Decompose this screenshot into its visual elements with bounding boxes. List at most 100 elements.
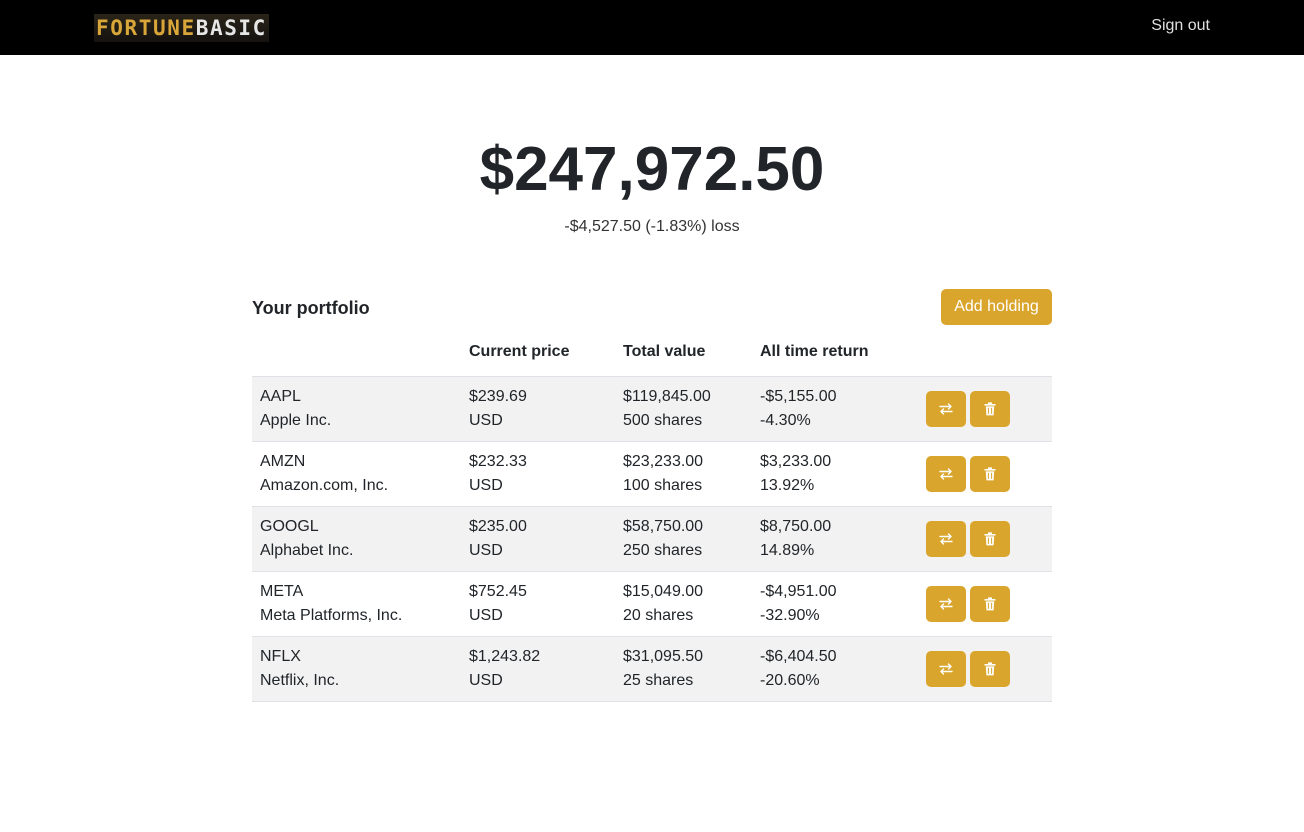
table-row: GOOGL Alphabet Inc. $235.00 USD $58,750.… [252, 506, 1052, 572]
row-actions [926, 651, 1044, 687]
sign-out-link[interactable]: Sign out [1151, 17, 1210, 35]
logo-text-basic: BASIC [195, 16, 267, 40]
holding-company-name: Apple Inc. [260, 412, 332, 429]
portfolio-title: Your portfolio [252, 298, 370, 318]
holding-current-price: $1,243.82 [469, 648, 541, 665]
trash-icon [984, 402, 996, 416]
holding-company-name: Alphabet Inc. [260, 542, 354, 559]
return-cell: -$4,951.00 -32.90% [752, 572, 918, 637]
holding-symbol: GOOGL [260, 518, 319, 535]
holding-current-price: $752.45 [469, 583, 527, 600]
return-cell: $3,233.00 13.92% [752, 442, 918, 507]
holding-current-price: $232.33 [469, 453, 527, 470]
delete-holding-button[interactable] [970, 456, 1010, 492]
total-value-cell: $23,233.00 100 shares [615, 442, 752, 507]
holding-return-value: -$4,951.00 [760, 583, 837, 600]
holding-currency: USD [469, 672, 503, 689]
table-row: AAPL Apple Inc. $239.69 USD $119,845.00 … [252, 376, 1052, 442]
actions-cell [918, 507, 1052, 572]
holding-shares: 500 shares [623, 412, 703, 429]
holding-total-value: $119,845.00 [623, 388, 711, 405]
column-header-holding [252, 343, 461, 377]
portfolio-total-value: $247,972.50 [479, 135, 825, 204]
price-cell: $239.69 USD [461, 377, 615, 442]
holding-shares: 100 shares [623, 477, 703, 494]
trash-icon [984, 597, 996, 611]
column-header-all-time-return: All time return [760, 343, 869, 360]
holding-currency: USD [469, 412, 503, 429]
holding-symbol: AMZN [260, 453, 306, 470]
trade-holding-button[interactable] [926, 651, 966, 687]
trade-holding-button[interactable] [926, 586, 966, 622]
portfolio-change: -$4,527.50 (-1.83%) loss [564, 218, 740, 235]
holding-current-price: $235.00 [469, 518, 527, 535]
delete-holding-button[interactable] [970, 651, 1010, 687]
table-row: AMZN Amazon.com, Inc. $232.33 USD $23,23… [252, 441, 1052, 507]
table-row: META Meta Platforms, Inc. $752.45 USD $1… [252, 571, 1052, 637]
holding-company-name: Meta Platforms, Inc. [260, 607, 403, 624]
holding-symbol: NFLX [260, 648, 301, 665]
trade-holding-button[interactable] [926, 521, 966, 557]
delete-holding-button[interactable] [970, 586, 1010, 622]
holding-shares: 20 shares [623, 607, 694, 624]
return-cell: $8,750.00 14.89% [752, 507, 918, 572]
actions-cell [918, 572, 1052, 637]
table-header-row: Current price Total value All time retur… [252, 343, 1052, 377]
return-cell: -$5,155.00 -4.30% [752, 377, 918, 442]
holding-return-percent: 13.92% [760, 477, 815, 494]
holding-cell: NFLX Netflix, Inc. [252, 637, 461, 702]
transfer-icon [939, 598, 953, 610]
holding-cell: GOOGL Alphabet Inc. [252, 507, 461, 572]
row-actions [926, 586, 1044, 622]
price-cell: $1,243.82 USD [461, 637, 615, 702]
holding-shares: 25 shares [623, 672, 694, 689]
row-actions [926, 521, 1044, 557]
column-header-total-value: Total value [623, 343, 706, 360]
actions-cell [918, 377, 1052, 442]
actions-cell [918, 442, 1052, 507]
column-header-current-price: Current price [469, 343, 570, 360]
trash-icon [984, 467, 996, 481]
holding-cell: AMZN Amazon.com, Inc. [252, 442, 461, 507]
holding-currency: USD [469, 607, 503, 624]
holding-total-value: $23,233.00 [623, 453, 704, 470]
trade-holding-button[interactable] [926, 456, 966, 492]
total-value-cell: $31,095.50 25 shares [615, 637, 752, 702]
holding-company-name: Netflix, Inc. [260, 672, 340, 689]
holding-return-percent: -20.60% [760, 672, 820, 689]
holdings-table: Current price Total value All time retur… [252, 343, 1052, 702]
holding-return-value: -$6,404.50 [760, 648, 837, 665]
logo-text-fortune: FORTUNE [96, 16, 196, 40]
holding-currency: USD [469, 542, 503, 559]
column-header-actions [918, 343, 1052, 377]
delete-holding-button[interactable] [970, 521, 1010, 557]
transfer-icon [939, 403, 953, 415]
holding-company-name: Amazon.com, Inc. [260, 477, 389, 494]
holding-return-percent: 14.89% [760, 542, 815, 559]
holding-return-percent: -4.30% [760, 412, 811, 429]
total-value-cell: $58,750.00 250 shares [615, 507, 752, 572]
fortunebasic-logo[interactable]: FORTUNE BASIC [94, 14, 269, 42]
delete-holding-button[interactable] [970, 391, 1010, 427]
holding-total-value: $15,049.00 [623, 583, 704, 600]
portfolio-summary: $247,972.50 -$4,527.50 (-1.83%) loss [0, 132, 1304, 236]
trash-icon [984, 662, 996, 676]
holding-symbol: AAPL [260, 388, 301, 405]
price-cell: $752.45 USD [461, 572, 615, 637]
trade-holding-button[interactable] [926, 391, 966, 427]
transfer-icon [939, 663, 953, 675]
holding-current-price: $239.69 [469, 388, 527, 405]
holding-return-value: -$5,155.00 [760, 388, 837, 405]
price-cell: $232.33 USD [461, 442, 615, 507]
holding-currency: USD [469, 477, 503, 494]
holding-return-value: $3,233.00 [760, 453, 832, 470]
portfolio-header: Your portfolio Add holding [252, 289, 1052, 325]
total-value-cell: $119,845.00 500 shares [615, 377, 752, 442]
add-holding-button[interactable]: Add holding [941, 289, 1052, 325]
holding-cell: AAPL Apple Inc. [252, 377, 461, 442]
transfer-icon [939, 533, 953, 545]
holding-return-percent: -32.90% [760, 607, 820, 624]
holding-cell: META Meta Platforms, Inc. [252, 572, 461, 637]
holding-return-value: $8,750.00 [760, 518, 832, 535]
trash-icon [984, 532, 996, 546]
